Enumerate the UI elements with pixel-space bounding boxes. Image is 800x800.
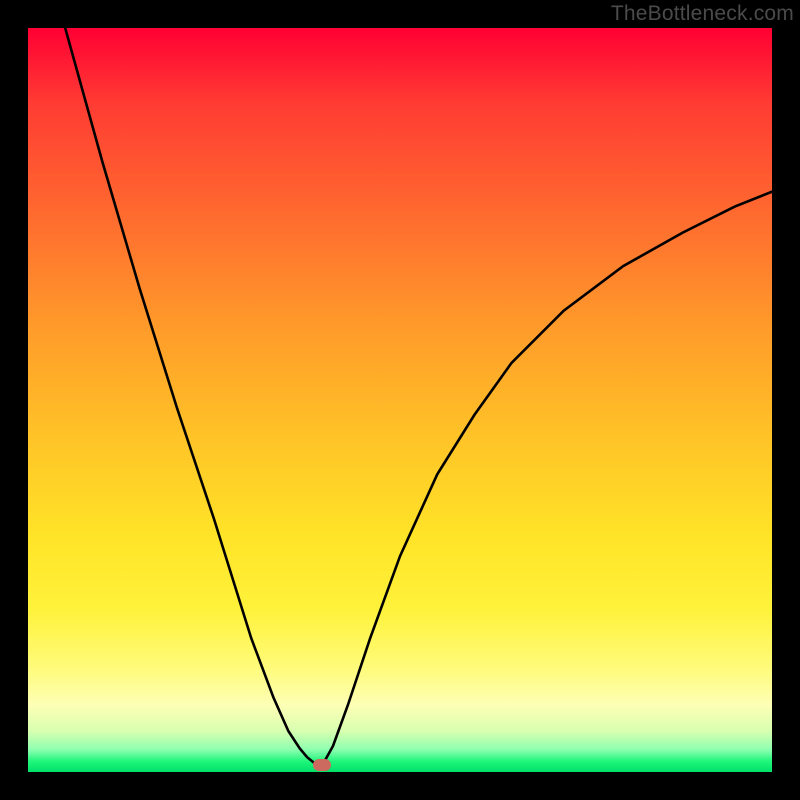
optimum-marker <box>313 759 331 771</box>
chart-frame: TheBottleneck.com <box>0 0 800 800</box>
curve-path <box>65 28 772 766</box>
bottleneck-curve <box>0 0 800 800</box>
watermark-text: TheBottleneck.com <box>611 2 794 26</box>
